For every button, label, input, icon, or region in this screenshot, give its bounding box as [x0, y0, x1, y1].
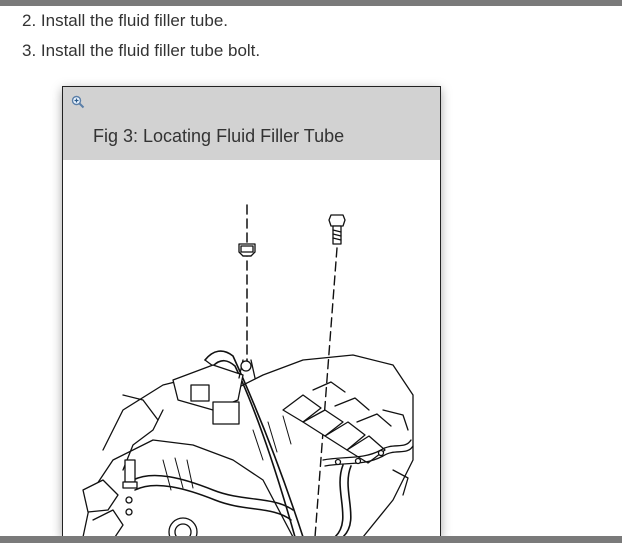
- instruction-step-3: 3. Install the fluid filler tube bolt.: [22, 41, 261, 60]
- figure-header: Fig 3: Locating Fluid Filler Tube: [63, 87, 440, 160]
- instruction-step-2: 2. Install the fluid filler tube.: [22, 11, 229, 30]
- top-divider-bar: [0, 0, 622, 6]
- engine-diagram-image[interactable]: [63, 160, 440, 537]
- bottom-divider-bar: [0, 536, 622, 543]
- figure-card: Fig 3: Locating Fluid Filler Tube: [62, 86, 441, 537]
- figure-caption: Fig 3: Locating Fluid Filler Tube: [93, 126, 345, 146]
- zoom-in-icon[interactable]: [71, 95, 85, 109]
